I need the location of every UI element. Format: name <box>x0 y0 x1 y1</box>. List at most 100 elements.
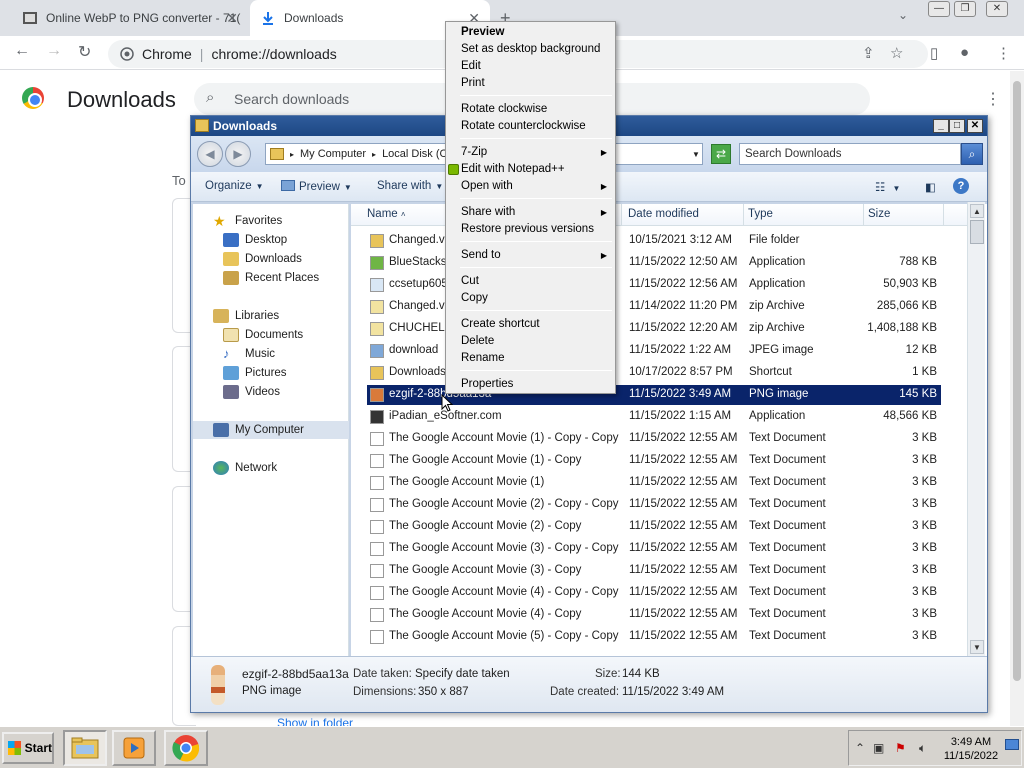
menu-item-print[interactable]: Print <box>446 75 615 92</box>
submenu-arrow-icon: ▶ <box>600 251 607 260</box>
search-downloads-field[interactable]: Search Downloads <box>739 143 961 165</box>
address-dropdown-icon[interactable]: ▼ <box>692 150 700 159</box>
file-row[interactable]: The Google Account Movie (4) - Copy - Co… <box>367 583 941 603</box>
forward-arrow-icon[interactable]: ▶ <box>225 141 251 167</box>
menu-item-restore-previous-versions[interactable]: Restore previous versions <box>446 221 615 238</box>
tab-search-chevron-icon[interactable]: ⌄ <box>898 8 908 22</box>
column-divider[interactable] <box>621 204 622 226</box>
menu-item-copy[interactable]: Copy <box>446 290 615 307</box>
file-row[interactable]: The Google Account Movie (2) - Copy - Co… <box>367 495 941 515</box>
chrome-icon <box>172 735 200 762</box>
menu-item-rotate-counterclockwise[interactable]: Rotate counterclockwise <box>446 118 615 135</box>
menu-item-create-shortcut[interactable]: Create shortcut <box>446 316 615 333</box>
breadcrumb-my-computer[interactable]: My Computer <box>300 148 366 160</box>
menu-item-open-with[interactable]: Open with ▶ <box>446 178 615 195</box>
date-taken-value[interactable]: Specify date taken <box>415 668 510 680</box>
file-row[interactable]: iPadian_eSoftner.com 11/15/2022 1:15 AM Ap… <box>367 407 941 427</box>
file-list-scrollbar[interactable]: ▲ ▼ <box>967 202 985 658</box>
chrome-menu-icon[interactable]: ⋮ <box>996 44 1011 62</box>
help-icon[interactable]: ? <box>953 178 969 194</box>
nav-item-music[interactable]: ♪ Music <box>223 347 275 361</box>
menu-separator <box>460 138 612 139</box>
file-row[interactable]: The Google Account Movie (1) - Copy - Co… <box>367 429 941 449</box>
taskbar-media-player-button[interactable] <box>112 730 156 766</box>
action-center-icon[interactable]: ⚑ <box>895 741 906 755</box>
start-button[interactable]: Start <box>2 732 54 764</box>
column-divider[interactable] <box>943 204 944 226</box>
menu-item-cut[interactable]: Cut <box>446 273 615 290</box>
column-divider[interactable] <box>743 204 744 226</box>
back-arrow-icon[interactable]: ← <box>14 42 30 60</box>
scroll-up-arrow-icon[interactable]: ▲ <box>970 204 984 218</box>
scrollbar-thumb[interactable] <box>1013 81 1021 681</box>
menu-item-preview[interactable]: Preview <box>446 24 615 41</box>
volume-icon[interactable]: 🔈︎ <box>919 741 926 756</box>
profile-avatar-icon[interactable]: ● <box>960 44 969 61</box>
file-row[interactable]: The Google Account Movie (4) - Copy 11/15… <box>367 605 941 625</box>
forward-arrow-icon[interactable]: → <box>46 42 62 60</box>
show-desktop-icon[interactable] <box>1005 739 1019 750</box>
search-icon[interactable]: ⌕ <box>961 143 983 165</box>
nav-item-network[interactable]: Network <box>213 461 277 475</box>
menu-item-properties[interactable]: Properties <box>446 376 615 393</box>
column-header-date-modified[interactable]: Date modified <box>628 208 699 220</box>
scrollbar-thumb[interactable] <box>970 220 984 244</box>
column-header-type[interactable]: Type <box>748 208 773 220</box>
show-hidden-icons-icon[interactable]: ⌃ <box>855 741 865 755</box>
file-row[interactable]: The Google Account Movie (3) - Copy - Co… <box>367 539 941 559</box>
file-row[interactable]: The Google Account Movie (2) - Copy 11/15… <box>367 517 941 537</box>
refresh-icon[interactable]: ⇄ <box>711 144 731 164</box>
menu-item-share-with[interactable]: Share with ▶ <box>446 204 615 221</box>
file-row[interactable]: The Google Account Movie (1) - Copy 11/15… <box>367 451 941 471</box>
preview-button[interactable]: Preview ▼ <box>281 180 352 193</box>
tab-webp-converter[interactable]: Online WebP to PNG converter - 71( ✕ <box>12 0 248 36</box>
breadcrumb-local-disk[interactable]: Local Disk (C <box>382 148 447 160</box>
close-button[interactable]: ✕ <box>967 119 983 133</box>
taskbar-explorer-button[interactable] <box>63 730 107 766</box>
nav-item-downloads[interactable]: Downloads <box>223 252 302 266</box>
close-tab-icon[interactable]: ✕ <box>226 10 238 27</box>
menu-item-send-to[interactable]: Send to ▶ <box>446 247 615 264</box>
share-icon[interactable]: ⇪ <box>862 44 875 62</box>
side-panel-icon[interactable]: ▯ <box>930 44 938 62</box>
more-options-icon[interactable]: ⋮ <box>985 89 1001 109</box>
restore-button[interactable]: ❐ <box>954 1 976 17</box>
minimize-button[interactable]: _ <box>933 119 949 133</box>
scroll-down-arrow-icon[interactable]: ▼ <box>970 640 984 654</box>
network-tray-icon[interactable]: ▣ <box>873 741 884 755</box>
column-header-name[interactable]: Name ˄ <box>367 208 406 220</box>
nav-item-recent-places[interactable]: Recent Places <box>223 271 319 285</box>
file-row[interactable]: The Google Account Movie (5) - Copy - Co… <box>367 627 941 647</box>
nav-item-libraries[interactable]: Libraries <box>213 309 279 323</box>
bookmark-star-icon[interactable]: ☆ <box>890 44 903 62</box>
reload-icon[interactable]: ↻ <box>78 42 91 62</box>
menu-item-rotate-clockwise[interactable]: Rotate clockwise <box>446 101 615 118</box>
menu-item-edit-with-notepad[interactable]: Edit with Notepad++ <box>446 161 615 178</box>
preview-pane-icon[interactable]: ◧ <box>925 180 936 194</box>
column-divider[interactable] <box>863 204 864 226</box>
nav-item-favorites[interactable]: ★ Favorites <box>213 214 282 228</box>
back-arrow-icon[interactable]: ◀ <box>197 141 223 167</box>
file-row[interactable]: The Google Account Movie (1) 11/15/2022 1… <box>367 473 941 493</box>
menu-item-set-as-desktop-background[interactable]: Set as desktop background <box>446 41 615 58</box>
menu-item-delete[interactable]: Delete <box>446 333 615 350</box>
page-scrollbar[interactable] <box>1010 71 1024 726</box>
menu-item-7-zip[interactable]: 7-Zip ▶ <box>446 144 615 161</box>
organize-button[interactable]: Organize ▼ <box>205 180 264 192</box>
column-header-size[interactable]: Size <box>868 208 890 220</box>
menu-item-edit[interactable]: Edit <box>446 58 615 75</box>
share-with-button[interactable]: Share with ▼ <box>377 180 443 192</box>
close-window-button[interactable]: ✕ <box>986 1 1008 17</box>
maximize-button[interactable]: □ <box>949 119 965 133</box>
view-options-icon[interactable]: ☷ ▼ <box>875 180 900 194</box>
menu-item-rename[interactable]: Rename <box>446 350 615 367</box>
file-row[interactable]: The Google Account Movie (3) - Copy 11/15… <box>367 561 941 581</box>
nav-item-documents[interactable]: Documents <box>223 328 303 342</box>
taskbar-clock[interactable]: 3:49 AM 11/15/2022 <box>941 735 1001 763</box>
nav-item-videos[interactable]: Videos <box>223 385 280 399</box>
nav-item-pictures[interactable]: Pictures <box>223 366 287 380</box>
minimize-button[interactable]: — <box>928 1 950 17</box>
nav-item-desktop[interactable]: Desktop <box>223 233 287 247</box>
nav-item-my-computer[interactable]: My Computer <box>213 423 304 437</box>
taskbar-chrome-button[interactable] <box>164 730 208 766</box>
